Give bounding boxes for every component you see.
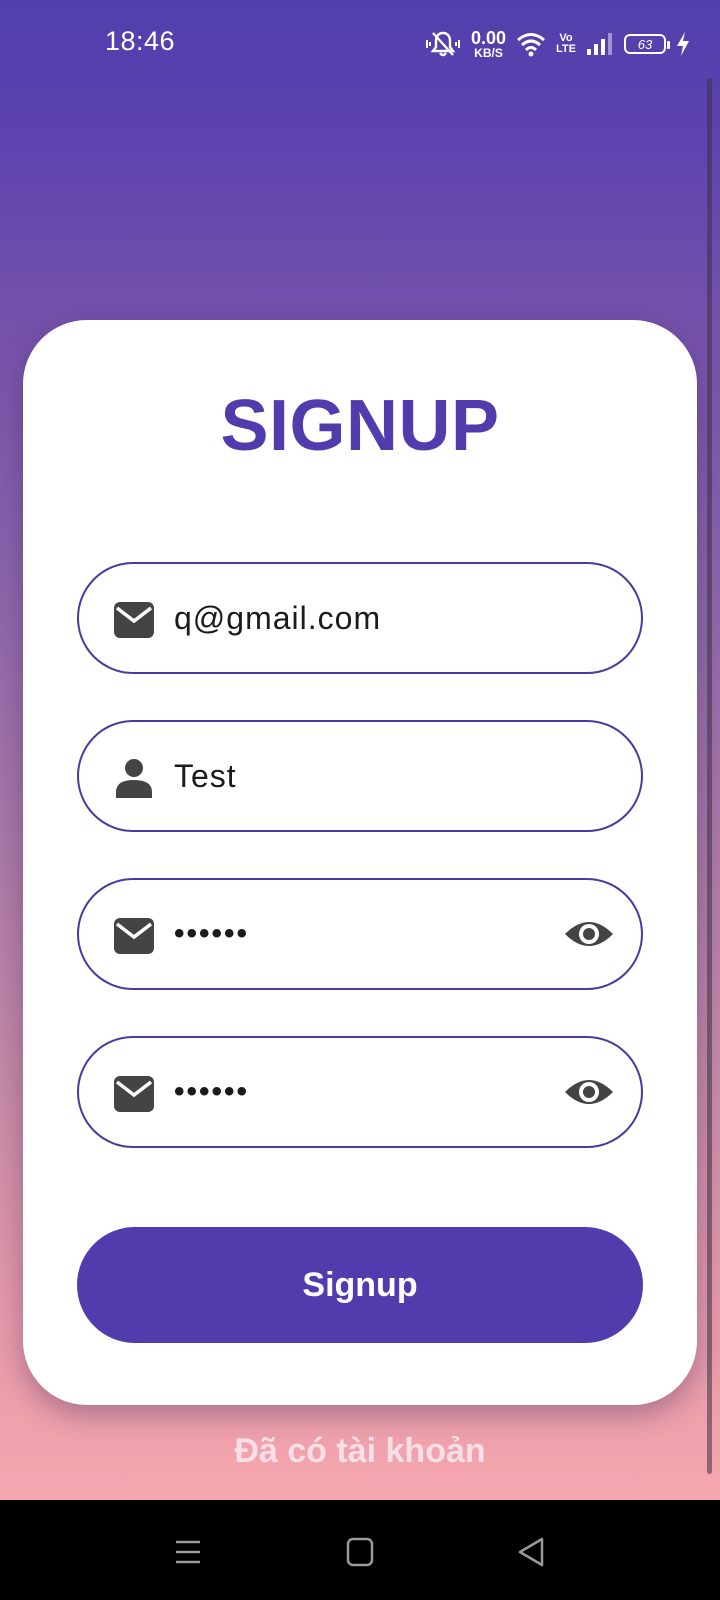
menu-icon[interactable]	[168, 1532, 208, 1572]
mail-icon	[114, 1076, 154, 1112]
back-icon[interactable]	[512, 1532, 552, 1572]
username-value: Test	[174, 758, 237, 794]
email-field[interactable]: q@gmail.com	[77, 562, 643, 674]
page-title: SIGNUP	[220, 386, 500, 466]
status-time: 18:46	[105, 26, 176, 56]
battery-icon: 63	[624, 34, 670, 54]
wifi-icon	[517, 33, 545, 57]
password-field[interactable]: ••••••	[77, 878, 643, 990]
login-link[interactable]: Đã có tài khoản	[0, 1432, 720, 1471]
confirm-password-value: ••••••	[174, 1075, 250, 1108]
password-value: ••••••	[174, 917, 250, 950]
signup-button[interactable]: Signup	[77, 1227, 643, 1343]
eye-icon[interactable]	[563, 1074, 615, 1110]
scrollbar[interactable]	[707, 78, 712, 1474]
network-speed-value: 0.00	[470, 28, 507, 48]
battery-level: 63	[637, 36, 653, 52]
eye-icon[interactable]	[563, 916, 615, 952]
network-speed: 0.00 KB/S	[471, 29, 506, 59]
email-value: q@gmail.com	[174, 600, 382, 636]
confirm-password-field[interactable]: ••••••	[77, 1036, 643, 1148]
status-bar: 18:46 0.00 KB/S Vo LTE 63	[0, 0, 720, 88]
signup-card: SIGNUP q@gmail.com Test •••••• •••••• Si…	[23, 320, 697, 1405]
signal-icon	[587, 33, 612, 55]
home-icon[interactable]	[340, 1532, 380, 1572]
person-icon	[116, 759, 152, 798]
mute-icon	[425, 31, 460, 57]
app-screen: 18:46 0.00 KB/S Vo LTE 63 SIGNUP q@gmail…	[0, 0, 720, 1500]
network-speed-unit: KB/S	[474, 46, 503, 60]
mail-icon	[114, 602, 154, 638]
volte-bottom-label: LTE	[556, 43, 576, 55]
mail-icon	[114, 918, 154, 954]
navigation-bar	[0, 1500, 720, 1600]
charging-icon	[677, 32, 689, 56]
volte-icon: Vo LTE	[556, 33, 576, 55]
status-icons: 0.00 KB/S Vo LTE 63	[425, 26, 690, 62]
username-field[interactable]: Test	[77, 720, 643, 832]
